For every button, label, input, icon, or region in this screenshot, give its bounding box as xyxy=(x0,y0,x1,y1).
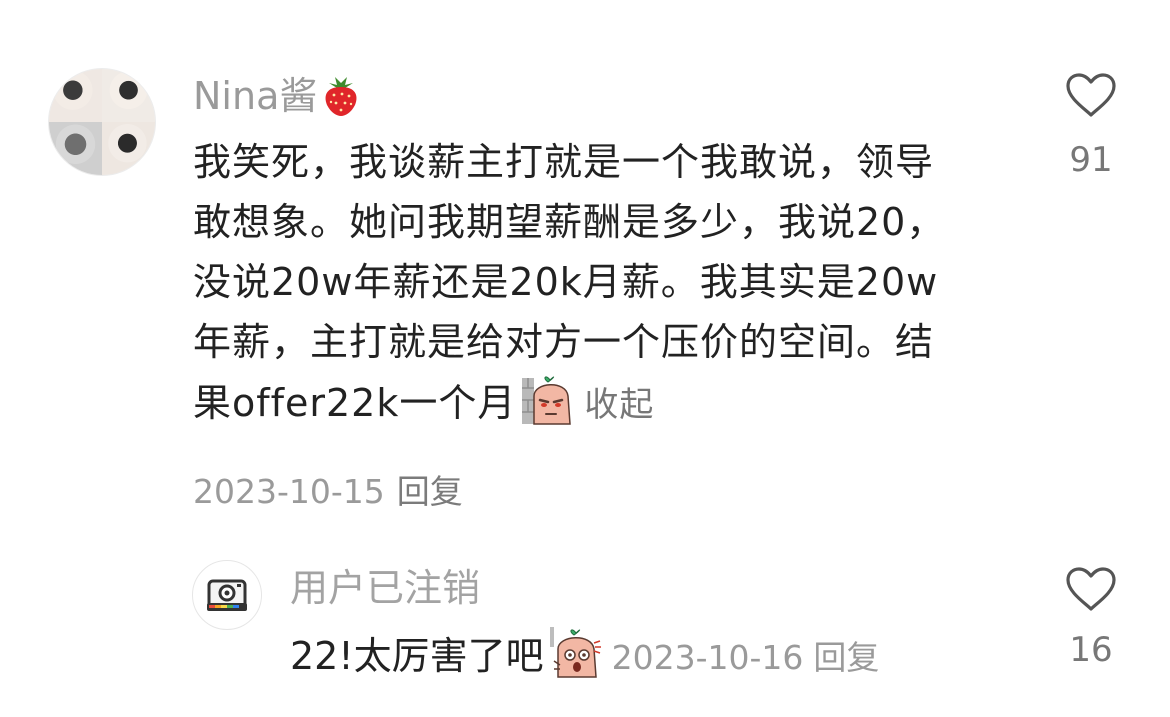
reply-body: 22!太厉害了吧 2023-10-16 回复 xyxy=(290,625,879,686)
username-text: Nina酱 xyxy=(193,74,318,118)
avatar[interactable] xyxy=(192,560,262,630)
avatar[interactable] xyxy=(48,68,156,176)
heart-outline-icon xyxy=(1066,73,1116,117)
comment-text: 22!太厉害了吧 xyxy=(290,634,544,678)
comment-last-line: 果offer22k一个月 收起 xyxy=(193,372,1013,435)
like-button[interactable]: 91 xyxy=(1056,72,1126,182)
strawberry-icon xyxy=(325,77,357,116)
comment-line: 敢想象。她问我期望薪酬是多少，我说20， xyxy=(193,200,946,244)
avatar-photo-tile xyxy=(102,122,155,175)
reply-button[interactable]: 回复 xyxy=(397,472,463,511)
avatar-photo-tile xyxy=(102,69,155,122)
username[interactable]: 用户已注销 xyxy=(290,562,480,614)
shocked-sticker-icon xyxy=(549,627,601,678)
comment-date: 2023-10-15 xyxy=(193,472,385,511)
avatar-photo-tile xyxy=(49,122,102,175)
comment-meta: 2023-10-15 回复 xyxy=(193,470,463,514)
comment-date: 2023-10-16 xyxy=(611,638,804,677)
heart-outline-icon xyxy=(1066,567,1116,611)
comment-text: 我笑死，我谈薪主打就是一个我敢说，领导 敢想象。她问我期望薪酬是多少，我说20，… xyxy=(193,132,1013,435)
reply-button[interactable]: 回复 xyxy=(813,638,879,677)
avatar-photo-tile xyxy=(49,69,102,122)
username[interactable]: Nina酱 xyxy=(193,70,361,122)
camera-icon xyxy=(207,579,247,611)
comment-line: 果offer22k一个月 xyxy=(193,381,517,425)
comment-line: 我笑死，我谈薪主打就是一个我敢说，领导 xyxy=(193,140,935,184)
like-count: 16 xyxy=(1069,630,1113,670)
like-button[interactable]: 16 xyxy=(1056,566,1126,672)
collapse-link[interactable]: 收起 xyxy=(584,385,654,425)
peeking-sticker-icon xyxy=(522,376,572,425)
comment-line: 年薪，主打就是给对方一个压价的空间。结 xyxy=(193,320,935,364)
comment-line: 没说20w年薪还是20k月薪。我其实是20w xyxy=(193,260,939,304)
like-count: 91 xyxy=(1069,140,1113,180)
